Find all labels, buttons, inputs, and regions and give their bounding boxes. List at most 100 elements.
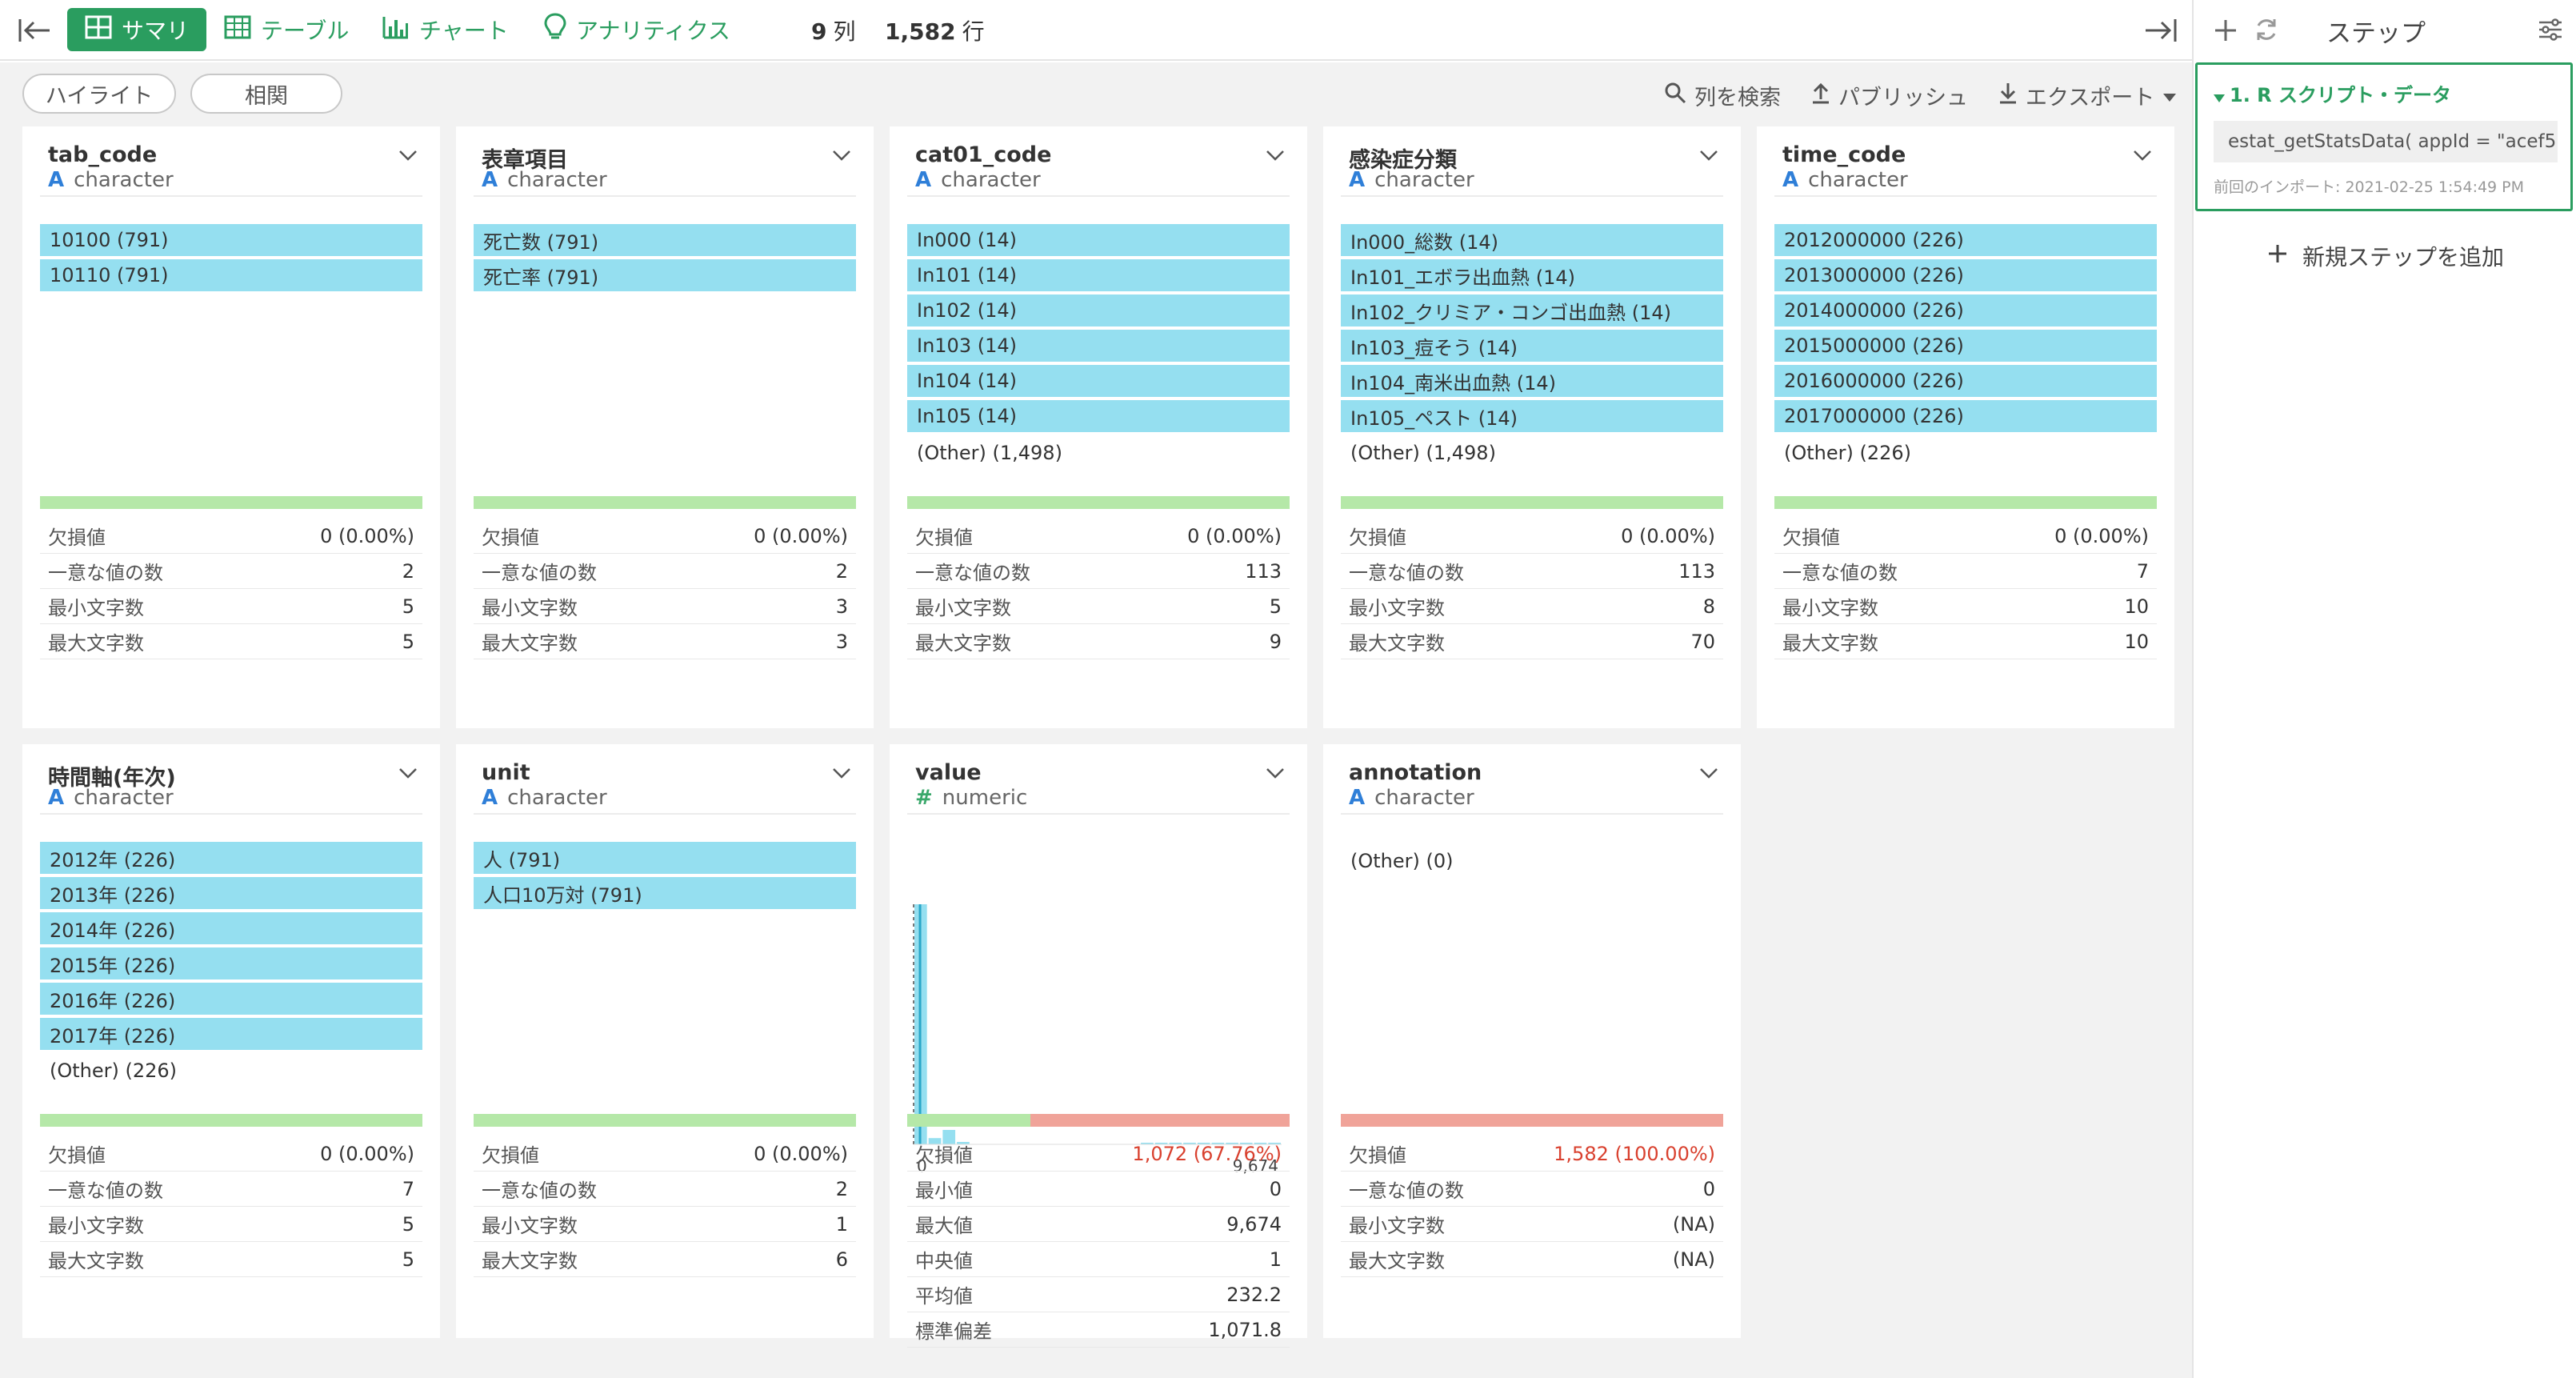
stat-row: 一意な値の数 0 bbox=[1341, 1172, 1723, 1207]
value-bar[interactable]: In101_エボラ出血熱 (14) bbox=[1341, 259, 1723, 291]
chevron-down-icon[interactable] bbox=[1699, 149, 1718, 164]
triangle-down-icon[interactable] bbox=[2214, 85, 2225, 107]
value-bar[interactable]: 2013年 (226) bbox=[40, 877, 422, 909]
grid-icon bbox=[85, 15, 112, 45]
settings-sliders-icon[interactable] bbox=[2538, 18, 2563, 45]
chevron-down-icon[interactable] bbox=[1699, 767, 1718, 782]
stat-value: 0 (0.00%) bbox=[754, 1142, 848, 1165]
chevron-down-icon[interactable] bbox=[1266, 149, 1285, 164]
plus-icon bbox=[2267, 243, 2288, 270]
value-bar[interactable]: 2016000000 (226) bbox=[1774, 365, 2157, 397]
column-card: cat01_code Acharacter In000 (14) In101 (14)… bbox=[890, 126, 1307, 728]
export-button[interactable]: エクスポート bbox=[1998, 80, 2177, 111]
value-bar[interactable]: In103 (14) bbox=[907, 330, 1290, 362]
header-divider bbox=[40, 813, 422, 815]
value-bar[interactable]: 2016年 (226) bbox=[40, 983, 422, 1015]
value-bar[interactable]: 2015000000 (226) bbox=[1774, 330, 2157, 362]
refresh-icon[interactable] bbox=[2253, 16, 2280, 46]
value-bar[interactable]: 死亡数 (791) bbox=[474, 224, 856, 256]
value-bar[interactable]: 2012年 (226) bbox=[40, 842, 422, 874]
publish-button[interactable]: パブリッシュ bbox=[1811, 80, 1968, 111]
stat-value: 0 (0.00%) bbox=[754, 524, 848, 547]
value-bar[interactable]: 人 (791) bbox=[474, 842, 856, 874]
value-bar[interactable]: In104_南米出血熱 (14) bbox=[1341, 365, 1723, 397]
value-bar[interactable]: 死亡率 (791) bbox=[474, 259, 856, 291]
value-bar[interactable]: 2015年 (226) bbox=[40, 947, 422, 979]
column-card: time_code Acharacter 2012000000 (226) 20130… bbox=[1757, 126, 2174, 728]
column-type-label: character bbox=[507, 168, 607, 192]
step-code-preview[interactable]: estat_getStatsData( appId = "acef5... bbox=[2214, 121, 2558, 162]
chevron-down-icon[interactable] bbox=[1266, 767, 1285, 782]
stat-row: 最小文字数 1 bbox=[474, 1207, 856, 1242]
value-bar[interactable]: In000_総数 (14) bbox=[1341, 224, 1723, 256]
column-name: cat01_code bbox=[915, 142, 1052, 167]
chevron-down-icon[interactable] bbox=[2133, 149, 2152, 164]
chevron-down-icon[interactable] bbox=[832, 149, 851, 164]
column-type: Acharacter bbox=[1349, 786, 1474, 810]
value-bar[interactable]: In104 (14) bbox=[907, 365, 1290, 397]
stat-label: 欠損値 bbox=[1782, 527, 1840, 549]
other-values-label: (Other) (0) bbox=[1350, 850, 1454, 872]
value-bar[interactable]: 2017年 (226) bbox=[40, 1018, 422, 1050]
stat-label: 平均値 bbox=[915, 1285, 973, 1308]
chevron-down-icon[interactable] bbox=[398, 767, 418, 782]
header-divider bbox=[474, 813, 856, 815]
value-bar[interactable]: In101 (14) bbox=[907, 259, 1290, 291]
stat-value: 0 (0.00%) bbox=[2054, 524, 2149, 547]
value-bar[interactable]: 人口10万対 (791) bbox=[474, 877, 856, 909]
search-columns-button[interactable]: 列を検索 bbox=[1664, 80, 1781, 111]
value-bar[interactable]: 2014000000 (226) bbox=[1774, 294, 2157, 326]
column-card: 時間軸(年次) Acharacter 2012年 (226) 2013年 (226) 2… bbox=[22, 744, 440, 1338]
summary-grid: tab_code Acharacter 10100 (791) 10110 (791)… bbox=[0, 120, 2192, 1378]
stat-row: 最大文字数 10 bbox=[1774, 624, 2157, 659]
step-name-row[interactable]: 1. R スクリプト・データ bbox=[2214, 79, 2451, 107]
collapse-left-icon[interactable] bbox=[18, 16, 51, 48]
value-bar[interactable]: In105_ペスト (14) bbox=[1341, 400, 1723, 432]
value-bar[interactable]: In102_クリミア・コンゴ出血熱 (14) bbox=[1341, 294, 1723, 326]
highlight-button[interactable]: ハイライト bbox=[22, 74, 176, 114]
other-values-label: (Other) (226) bbox=[1784, 442, 1912, 464]
expand-right-icon[interactable] bbox=[2144, 16, 2178, 48]
stat-row: 欠損値 0 (0.00%) bbox=[474, 1136, 856, 1172]
value-bar[interactable]: 10110 (791) bbox=[40, 259, 422, 291]
value-bar[interactable]: 2014年 (226) bbox=[40, 912, 422, 944]
plus-icon[interactable] bbox=[2213, 18, 2238, 46]
header-divider bbox=[474, 195, 856, 197]
column-type: Acharacter bbox=[482, 168, 607, 192]
column-count-unit: 列 bbox=[833, 18, 856, 45]
tab-analytics[interactable]: アナリティクス bbox=[544, 8, 730, 51]
correlation-button[interactable]: 相関 bbox=[190, 74, 342, 114]
row-count: 1,582 行 bbox=[885, 14, 985, 46]
value-bar[interactable]: 10100 (791) bbox=[40, 224, 422, 256]
stats-table: 欠損値 0 (0.00%) 一意な値の数 7 最小文字数 5 最大文字数 5 bbox=[40, 1136, 422, 1277]
stat-row: 平均値 232.2 bbox=[907, 1277, 1290, 1312]
type-icon: A bbox=[1349, 786, 1366, 810]
value-bar[interactable]: In000 (14) bbox=[907, 224, 1290, 256]
stat-label: 最大文字数 bbox=[915, 632, 1011, 655]
tab-analytics-label: アナリティクス bbox=[576, 18, 730, 44]
tab-chart[interactable]: チャート bbox=[382, 8, 509, 51]
tab-table[interactable]: テーブル bbox=[224, 8, 349, 51]
column-type-label: character bbox=[74, 786, 174, 810]
value-bar[interactable]: In103_痘そう (14) bbox=[1341, 330, 1723, 362]
stat-label: 最大文字数 bbox=[482, 632, 578, 655]
chevron-down-icon[interactable] bbox=[398, 149, 418, 164]
tab-table-label: テーブル bbox=[261, 18, 350, 44]
add-step-button[interactable]: 新規ステップを追加 bbox=[2267, 240, 2504, 272]
quality-bar bbox=[1774, 496, 2157, 509]
steps-panel: ステップ 1. R スクリプト・データ estat_getStatsData( … bbox=[2192, 0, 2576, 1378]
value-bar[interactable]: In105 (14) bbox=[907, 400, 1290, 432]
column-type: Acharacter bbox=[915, 168, 1041, 192]
step-card[interactable]: 1. R スクリプト・データ estat_getStatsData( appId… bbox=[2195, 62, 2573, 211]
search-icon bbox=[1664, 82, 1686, 110]
chevron-down-icon[interactable] bbox=[832, 767, 851, 782]
value-bar[interactable]: 2013000000 (226) bbox=[1774, 259, 2157, 291]
stat-value: 3 bbox=[835, 595, 848, 618]
value-bar[interactable]: 2017000000 (226) bbox=[1774, 400, 2157, 432]
value-bar[interactable]: In102 (14) bbox=[907, 294, 1290, 326]
tab-summary[interactable]: サマリ bbox=[67, 8, 207, 51]
value-bar[interactable]: 2012000000 (226) bbox=[1774, 224, 2157, 256]
stat-value: 0 (0.00%) bbox=[1621, 524, 1715, 547]
stat-value: 1 bbox=[835, 1212, 848, 1236]
quality-bar bbox=[1341, 1114, 1723, 1127]
